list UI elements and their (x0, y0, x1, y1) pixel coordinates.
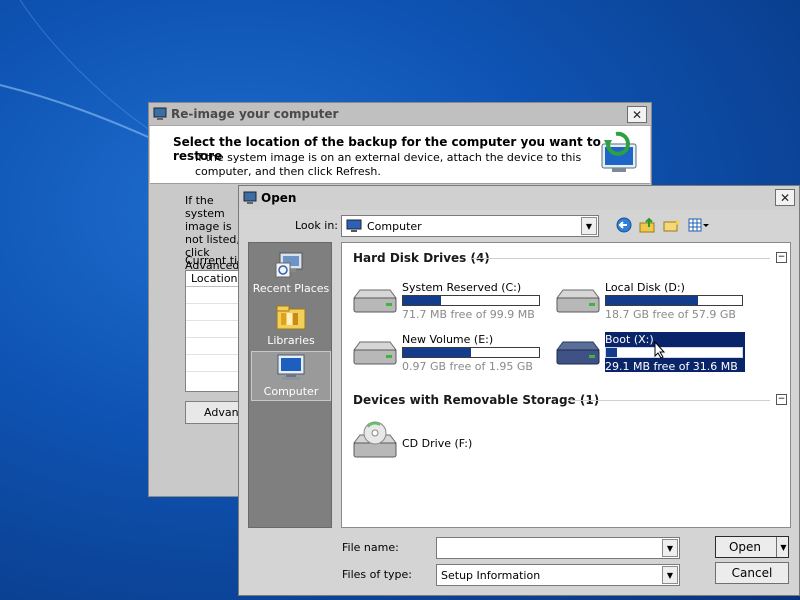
cd-drive-item[interactable]: CD Drive (F:) (350, 421, 560, 463)
places-bar: Recent Places Libraries Computer (248, 242, 332, 528)
drive-free-space: 71.7 MB free of 99.9 MB (402, 308, 535, 321)
drive-usage-fill (403, 348, 471, 357)
hard-drive-icon (556, 341, 600, 365)
up-folder-button[interactable] (639, 216, 657, 234)
collapse-icon[interactable]: − (776, 394, 787, 405)
file-name-input[interactable]: ▼ (436, 537, 680, 559)
back-button[interactable] (615, 216, 633, 234)
drive-usage-fill (403, 296, 442, 305)
chevron-down-icon[interactable]: ▼ (662, 566, 678, 584)
drive-item-selected[interactable]: Boot (X:) 29.1 MB free of 31.6 MB (553, 332, 763, 373)
drive-name: CD Drive (F:) (402, 437, 473, 450)
back-arrow-icon (616, 217, 632, 233)
open-split-dropdown[interactable]: ▼ (776, 537, 790, 557)
advanced-button[interactable]: Advanced... (185, 401, 245, 424)
reimage-title: Re-image your computer (171, 107, 339, 121)
reimage-titlebar[interactable]: Re-image your computer (149, 103, 651, 126)
look-in-label: Look in: (295, 219, 338, 232)
view-menu-button[interactable] (687, 216, 711, 234)
drive-usage-bar (605, 347, 743, 358)
chevron-down-icon[interactable]: ▼ (581, 217, 597, 235)
file-list-area[interactable]: Hard Disk Drives (4) − System Reserved (… (341, 242, 791, 528)
collapse-icon[interactable]: − (776, 252, 787, 263)
table-row[interactable] (186, 338, 244, 355)
reimage-subtext: If the system image is on an external de… (195, 151, 582, 178)
computer-icon (243, 191, 257, 204)
group-title-hard-disks: Hard Disk Drives (4) (353, 251, 490, 265)
open-titlebar[interactable]: Open (239, 186, 799, 210)
location-column-header[interactable]: Location (186, 271, 244, 287)
look-in-value: Computer (367, 219, 422, 233)
place-label: Recent Places (252, 282, 330, 295)
cancel-button[interactable]: Cancel (715, 562, 789, 584)
up-folder-icon (639, 217, 655, 233)
file-name-label: File name: (342, 541, 399, 554)
place-computer[interactable]: Computer (251, 351, 331, 401)
computer-icon (346, 219, 362, 232)
location-table[interactable]: Location (185, 270, 245, 392)
drive-item[interactable]: System Reserved (C:) 71.7 MB free of 99.… (350, 281, 560, 321)
reimage-header: Select the location of the backup for th… (150, 126, 650, 184)
open-title: Open (261, 191, 297, 205)
place-recent-places[interactable]: Recent Places (251, 249, 331, 299)
drive-usage-bar (402, 347, 540, 358)
reimage-close-button[interactable]: ✕ (627, 106, 647, 123)
place-label: Computer (263, 385, 319, 398)
open-dialog: Open ✕ Look in: Computer ▼ Recent Places… (238, 185, 800, 596)
group-title-removable: Devices with Removable Storage (1) (353, 393, 600, 407)
place-label: Libraries (267, 334, 315, 347)
drive-free-space: 0.97 GB free of 1.95 GB (402, 360, 533, 373)
drive-item[interactable]: Local Disk (D:) 18.7 GB free of 57.9 GB (553, 281, 763, 321)
new-folder-button[interactable] (663, 216, 681, 234)
drive-free-space: 18.7 GB free of 57.9 GB (605, 308, 736, 321)
drive-item[interactable]: New Volume (E:) 0.97 GB free of 1.95 GB (350, 333, 560, 373)
table-row[interactable] (186, 321, 244, 338)
libraries-icon (276, 305, 306, 330)
look-in-combo[interactable]: Computer ▼ (341, 215, 599, 237)
toolbar (615, 216, 711, 234)
current-time-label: Current time (185, 254, 245, 267)
computer-icon (277, 354, 305, 380)
drive-name: Boot (X:) (605, 333, 654, 346)
cd-drive-icon (353, 421, 397, 458)
files-of-type-select[interactable]: Setup Information ▼ (436, 564, 680, 586)
table-row[interactable] (186, 355, 244, 372)
drive-name: Local Disk (D:) (605, 281, 685, 294)
chevron-down-icon[interactable]: ▼ (662, 539, 678, 557)
place-libraries[interactable]: Libraries (251, 301, 331, 351)
drive-name: New Volume (E:) (402, 333, 494, 346)
drive-usage-bar (605, 295, 743, 306)
restore-computer-icon (601, 131, 637, 172)
group-divider (472, 258, 770, 259)
files-of-type-label: Files of type: (342, 568, 413, 581)
drive-usage-fill (606, 348, 617, 357)
mouse-cursor-icon (654, 341, 666, 359)
files-of-type-value: Setup Information (441, 568, 541, 582)
new-folder-icon (663, 218, 680, 232)
drive-usage-bar (402, 295, 540, 306)
drive-usage-fill (606, 296, 699, 305)
hard-drive-icon (353, 289, 397, 313)
view-menu-icon (688, 218, 709, 232)
table-row[interactable] (186, 304, 244, 321)
drive-free-space: 29.1 MB free of 31.6 MB (605, 360, 738, 373)
drive-name: System Reserved (C:) (402, 281, 522, 294)
table-row[interactable] (186, 287, 244, 304)
group-divider (568, 400, 770, 401)
hard-drive-icon (556, 289, 600, 313)
open-close-button[interactable]: ✕ (775, 189, 795, 206)
computer-icon (153, 107, 167, 120)
hard-drive-icon (353, 341, 397, 365)
recent-places-icon (275, 252, 303, 278)
